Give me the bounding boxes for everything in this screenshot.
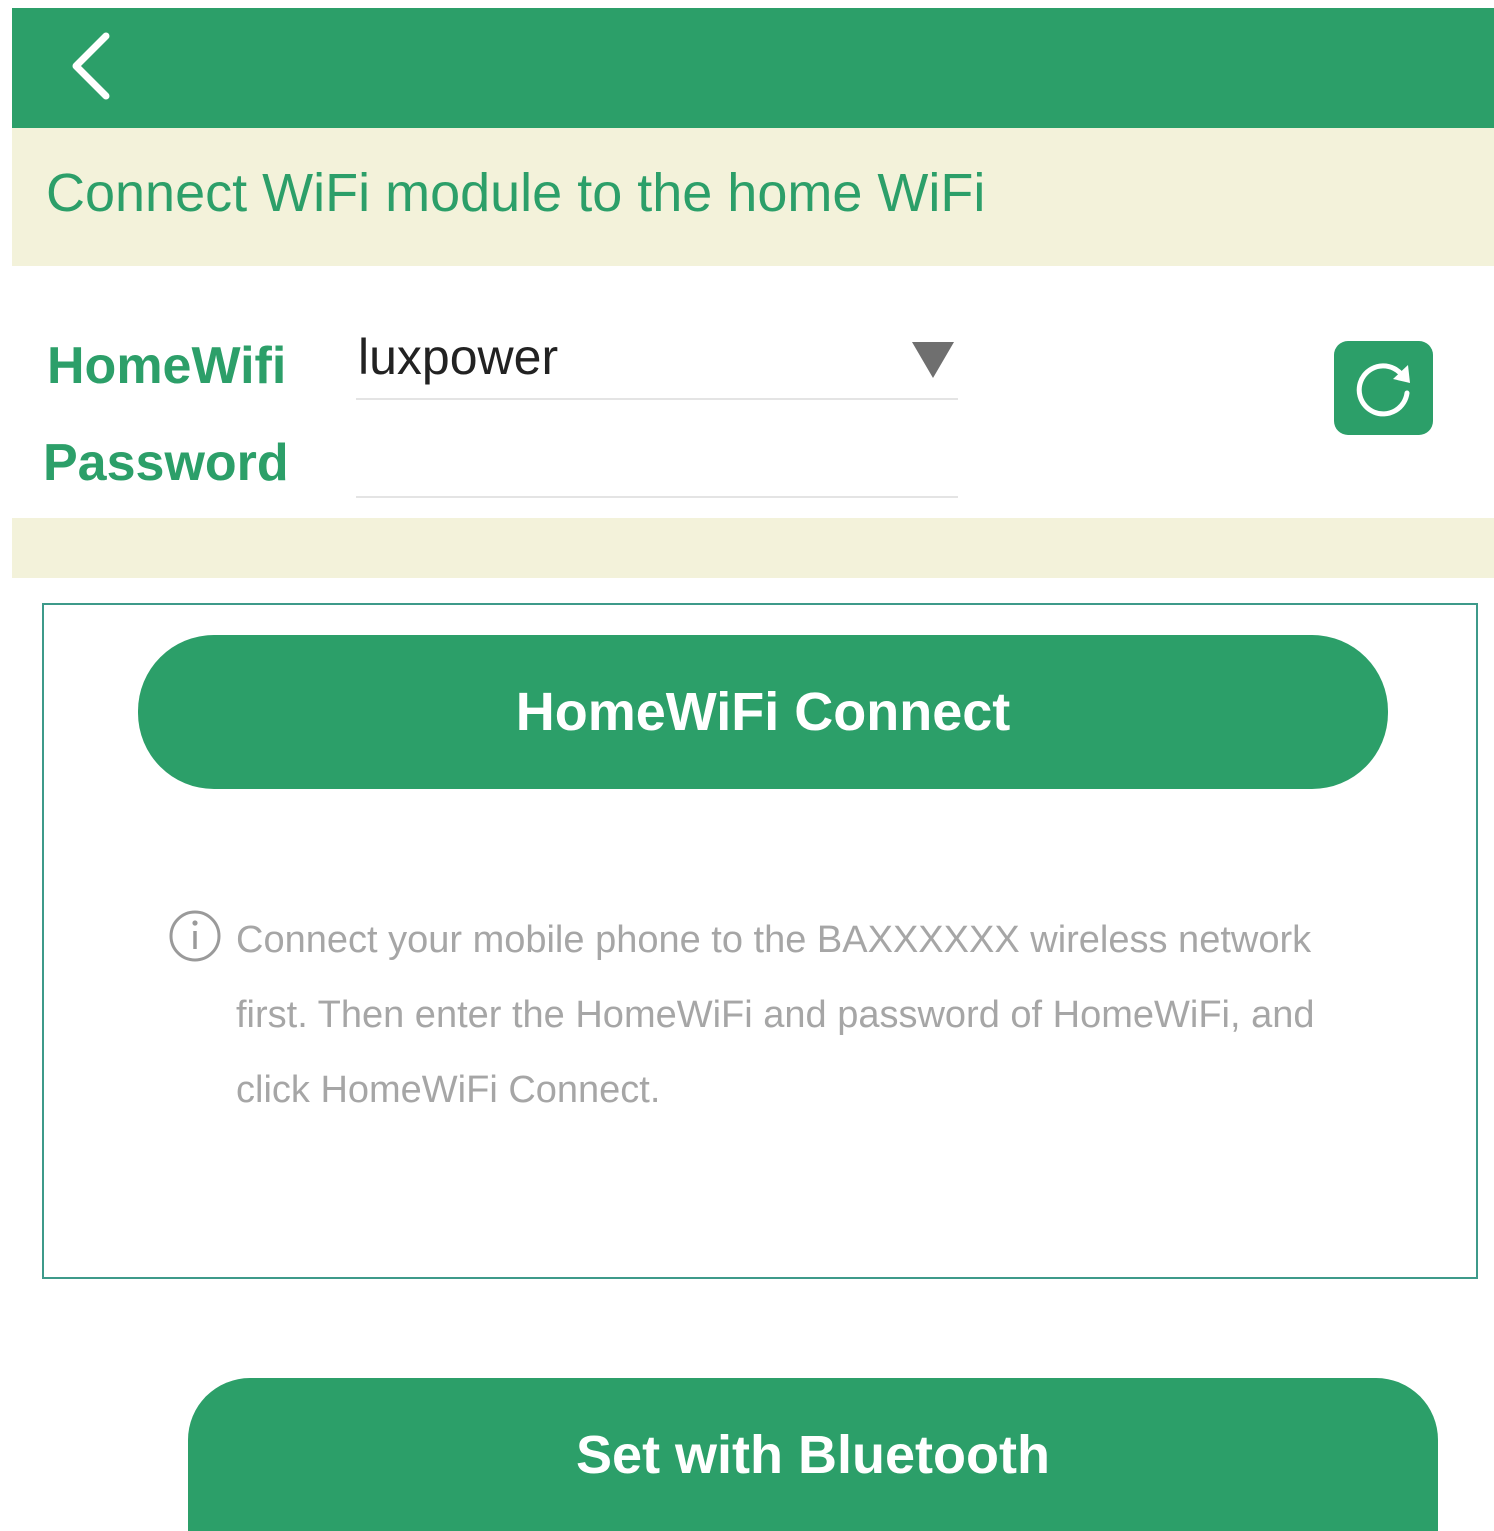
homewifi-connect-panel: HomeWiFi Connect Connect your mobile pho… [42, 603, 1478, 1279]
homewifi-connect-button[interactable]: HomeWiFi Connect [138, 635, 1388, 789]
subtitle-banner: Connect WiFi module to the home WiFi [12, 128, 1494, 266]
homewifi-dropdown[interactable]: luxpower [356, 322, 958, 400]
triangle-down-icon [912, 342, 954, 378]
separator-band [12, 518, 1494, 578]
back-button[interactable] [62, 30, 122, 106]
refresh-icon [1356, 363, 1410, 417]
password-field[interactable] [356, 420, 958, 498]
set-with-bluetooth-button[interactable]: Set with Bluetooth [188, 1378, 1438, 1531]
password-label: Password [43, 434, 289, 492]
top-app-bar [12, 8, 1494, 128]
page-subtitle: Connect WiFi module to the home WiFi [46, 163, 986, 223]
info-instructions: Connect your mobile phone to the BAXXXXX… [236, 919, 1315, 1111]
homewifi-label: HomeWifi [47, 337, 287, 395]
homewifi-selected-value: luxpower [358, 329, 559, 385]
info-circle-icon [169, 910, 221, 962]
chevron-left-icon [72, 32, 110, 100]
refresh-wifi-button[interactable] [1334, 341, 1433, 435]
